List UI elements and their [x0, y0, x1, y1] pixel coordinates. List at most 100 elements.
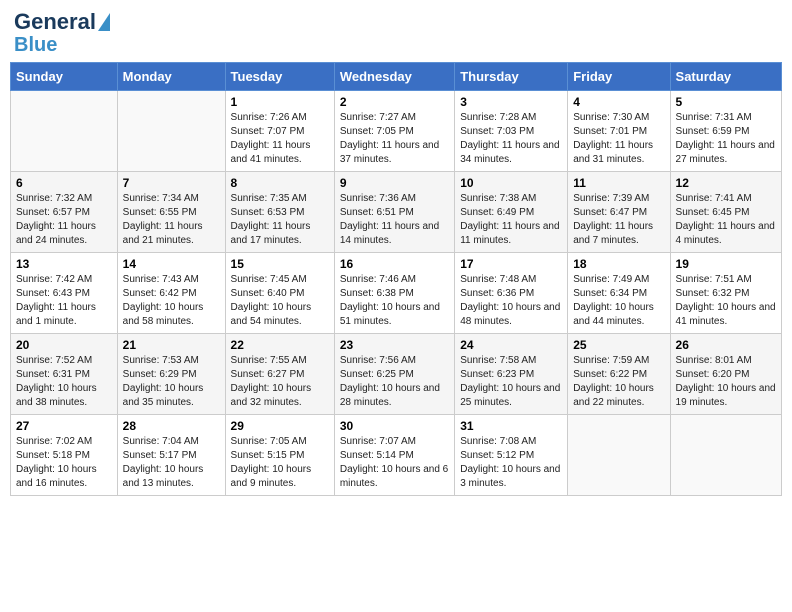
- day-info: Sunrise: 7:28 AM Sunset: 7:03 PM Dayligh…: [460, 111, 562, 167]
- day-info: Sunrise: 7:58 AM Sunset: 6:23 PM Dayligh…: [460, 354, 562, 410]
- calendar-cell: 25 Sunrise: 7:59 AM Sunset: 6:22 PM Dayli…: [568, 334, 670, 415]
- calendar-cell: 26Sunrise: 8:01 AM Sunset: 6:20 PM Dayli…: [670, 334, 781, 415]
- day-info: Sunrise: 7:42 AM Sunset: 6:43 PM Dayligh…: [16, 273, 112, 329]
- weekday-header-cell: Friday: [568, 63, 670, 91]
- calendar-cell: 17 Sunrise: 7:48 AM Sunset: 6:36 PM Dayli…: [455, 253, 568, 334]
- day-info: Sunrise: 7:02 AM Sunset: 5:18 PM Dayligh…: [16, 435, 112, 491]
- day-number: 16: [340, 257, 449, 271]
- calendar-cell: 5 Sunrise: 7:31 AM Sunset: 6:59 PM Daylig…: [670, 91, 781, 172]
- day-number: 1: [231, 95, 329, 109]
- day-info: Sunrise: 7:48 AM Sunset: 6:36 PM Dayligh…: [460, 273, 562, 329]
- day-info: Sunrise: 7:56 AM Sunset: 6:25 PM Dayligh…: [340, 354, 449, 410]
- day-number: 23: [340, 338, 449, 352]
- day-number: 30: [340, 419, 449, 433]
- calendar-cell: 6Sunrise: 7:32 AM Sunset: 6:57 PM Daylig…: [11, 172, 118, 253]
- day-info: Sunrise: 7:34 AM Sunset: 6:55 PM Dayligh…: [123, 192, 220, 248]
- calendar-cell: 21 Sunrise: 7:53 AM Sunset: 6:29 PM Dayli…: [117, 334, 225, 415]
- calendar-cell: 29 Sunrise: 7:05 AM Sunset: 5:15 PM Dayli…: [225, 415, 334, 496]
- weekday-header-cell: Sunday: [11, 63, 118, 91]
- calendar-week-row: 13 Sunrise: 7:42 AM Sunset: 6:43 PM Dayli…: [11, 253, 782, 334]
- calendar-cell: 30Sunrise: 7:07 AM Sunset: 5:14 PM Dayli…: [334, 415, 454, 496]
- day-number: 21: [123, 338, 220, 352]
- day-number: 22: [231, 338, 329, 352]
- day-number: 26: [676, 338, 776, 352]
- day-number: 18: [573, 257, 664, 271]
- day-info: Sunrise: 7:26 AM Sunset: 7:07 PM Dayligh…: [231, 111, 329, 167]
- day-number: 12: [676, 176, 776, 190]
- calendar-cell: 23 Sunrise: 7:56 AM Sunset: 6:25 PM Dayli…: [334, 334, 454, 415]
- calendar-week-row: 20Sunrise: 7:52 AM Sunset: 6:31 PM Dayli…: [11, 334, 782, 415]
- calendar-cell: 11 Sunrise: 7:39 AM Sunset: 6:47 PM Dayli…: [568, 172, 670, 253]
- calendar-cell: 1 Sunrise: 7:26 AM Sunset: 7:07 PM Daylig…: [225, 91, 334, 172]
- day-info: Sunrise: 7:39 AM Sunset: 6:47 PM Dayligh…: [573, 192, 664, 248]
- weekday-header-cell: Thursday: [455, 63, 568, 91]
- calendar-cell: 3 Sunrise: 7:28 AM Sunset: 7:03 PM Daylig…: [455, 91, 568, 172]
- day-number: 25: [573, 338, 664, 352]
- calendar-cell: 22 Sunrise: 7:55 AM Sunset: 6:27 PM Dayli…: [225, 334, 334, 415]
- calendar-cell: 27 Sunrise: 7:02 AM Sunset: 5:18 PM Dayli…: [11, 415, 118, 496]
- day-number: 27: [16, 419, 112, 433]
- day-number: 11: [573, 176, 664, 190]
- calendar-cell: 13 Sunrise: 7:42 AM Sunset: 6:43 PM Dayli…: [11, 253, 118, 334]
- day-info: Sunrise: 7:38 AM Sunset: 6:49 PM Dayligh…: [460, 192, 562, 248]
- weekday-header-cell: Saturday: [670, 63, 781, 91]
- day-number: 10: [460, 176, 562, 190]
- calendar-cell: [117, 91, 225, 172]
- day-info: Sunrise: 7:35 AM Sunset: 6:53 PM Dayligh…: [231, 192, 329, 248]
- day-info: Sunrise: 7:55 AM Sunset: 6:27 PM Dayligh…: [231, 354, 329, 410]
- day-info: Sunrise: 7:04 AM Sunset: 5:17 PM Dayligh…: [123, 435, 220, 491]
- weekday-header-row: SundayMondayTuesdayWednesdayThursdayFrid…: [11, 63, 782, 91]
- weekday-header-cell: Tuesday: [225, 63, 334, 91]
- day-number: 2: [340, 95, 449, 109]
- logo-text: General: [14, 10, 96, 34]
- day-info: Sunrise: 7:52 AM Sunset: 6:31 PM Dayligh…: [16, 354, 112, 410]
- day-number: 6: [16, 176, 112, 190]
- day-number: 3: [460, 95, 562, 109]
- weekday-header-cell: Wednesday: [334, 63, 454, 91]
- day-number: 29: [231, 419, 329, 433]
- day-number: 17: [460, 257, 562, 271]
- day-number: 31: [460, 419, 562, 433]
- weekday-header-cell: Monday: [117, 63, 225, 91]
- day-info: Sunrise: 7:46 AM Sunset: 6:38 PM Dayligh…: [340, 273, 449, 329]
- day-info: Sunrise: 7:30 AM Sunset: 7:01 PM Dayligh…: [573, 111, 664, 167]
- calendar-cell: 4Sunrise: 7:30 AM Sunset: 7:01 PM Daylig…: [568, 91, 670, 172]
- calendar-cell: 7Sunrise: 7:34 AM Sunset: 6:55 PM Daylig…: [117, 172, 225, 253]
- calendar-body: 1 Sunrise: 7:26 AM Sunset: 7:07 PM Daylig…: [11, 91, 782, 496]
- logo: General Blue: [14, 10, 110, 56]
- day-number: 13: [16, 257, 112, 271]
- calendar-cell: 12 Sunrise: 7:41 AM Sunset: 6:45 PM Dayli…: [670, 172, 781, 253]
- day-info: Sunrise: 7:49 AM Sunset: 6:34 PM Dayligh…: [573, 273, 664, 329]
- calendar-cell: 19Sunrise: 7:51 AM Sunset: 6:32 PM Dayli…: [670, 253, 781, 334]
- day-info: Sunrise: 7:05 AM Sunset: 5:15 PM Dayligh…: [231, 435, 329, 491]
- day-info: Sunrise: 7:53 AM Sunset: 6:29 PM Dayligh…: [123, 354, 220, 410]
- calendar-week-row: 27 Sunrise: 7:02 AM Sunset: 5:18 PM Dayli…: [11, 415, 782, 496]
- day-info: Sunrise: 7:59 AM Sunset: 6:22 PM Dayligh…: [573, 354, 664, 410]
- day-info: Sunrise: 7:41 AM Sunset: 6:45 PM Dayligh…: [676, 192, 776, 248]
- calendar-cell: 20Sunrise: 7:52 AM Sunset: 6:31 PM Dayli…: [11, 334, 118, 415]
- calendar-cell: [11, 91, 118, 172]
- day-number: 24: [460, 338, 562, 352]
- logo-icon: [98, 13, 110, 31]
- calendar-cell: 24 Sunrise: 7:58 AM Sunset: 6:23 PM Dayli…: [455, 334, 568, 415]
- day-info: Sunrise: 7:31 AM Sunset: 6:59 PM Dayligh…: [676, 111, 776, 167]
- day-number: 14: [123, 257, 220, 271]
- calendar-cell: 14 Sunrise: 7:43 AM Sunset: 6:42 PM Dayli…: [117, 253, 225, 334]
- calendar-cell: 8 Sunrise: 7:35 AM Sunset: 6:53 PM Daylig…: [225, 172, 334, 253]
- calendar-cell: 9Sunrise: 7:36 AM Sunset: 6:51 PM Daylig…: [334, 172, 454, 253]
- day-number: 5: [676, 95, 776, 109]
- day-info: Sunrise: 7:51 AM Sunset: 6:32 PM Dayligh…: [676, 273, 776, 329]
- day-number: 8: [231, 176, 329, 190]
- day-info: Sunrise: 7:45 AM Sunset: 6:40 PM Dayligh…: [231, 273, 329, 329]
- calendar-cell: 31 Sunrise: 7:08 AM Sunset: 5:12 PM Dayli…: [455, 415, 568, 496]
- day-info: Sunrise: 7:27 AM Sunset: 7:05 PM Dayligh…: [340, 111, 449, 167]
- calendar-cell: [670, 415, 781, 496]
- page-header: General Blue: [10, 10, 782, 56]
- calendar-cell: 10 Sunrise: 7:38 AM Sunset: 6:49 PM Dayli…: [455, 172, 568, 253]
- calendar-week-row: 6Sunrise: 7:32 AM Sunset: 6:57 PM Daylig…: [11, 172, 782, 253]
- day-info: Sunrise: 7:43 AM Sunset: 6:42 PM Dayligh…: [123, 273, 220, 329]
- day-number: 15: [231, 257, 329, 271]
- calendar-cell: 16 Sunrise: 7:46 AM Sunset: 6:38 PM Dayli…: [334, 253, 454, 334]
- calendar-cell: 15 Sunrise: 7:45 AM Sunset: 6:40 PM Dayli…: [225, 253, 334, 334]
- day-info: Sunrise: 7:08 AM Sunset: 5:12 PM Dayligh…: [460, 435, 562, 491]
